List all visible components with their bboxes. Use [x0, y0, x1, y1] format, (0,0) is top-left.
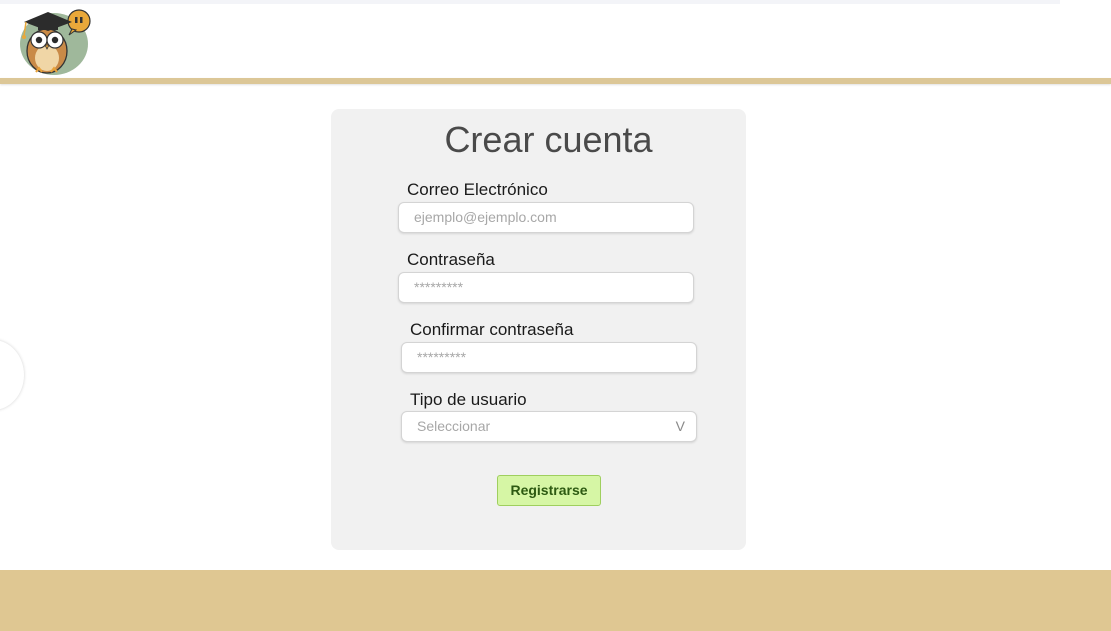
confirm-password-placeholder: ********* [417, 349, 467, 365]
page-title: Crear cuenta [444, 119, 653, 160]
register-button[interactable]: Registrarse [497, 475, 601, 506]
email-field[interactable]: ejemplo@ejemplo.com [398, 202, 694, 233]
email-placeholder: ejemplo@ejemplo.com [414, 209, 557, 225]
header-divider [0, 78, 1111, 84]
side-handle[interactable] [0, 340, 24, 410]
password-placeholder: ********* [414, 279, 464, 295]
email-label: Correo Electrónico [407, 180, 548, 199]
user-type-select[interactable]: Seleccionar V [401, 411, 697, 442]
confirm-password-field[interactable]: ********* [401, 342, 697, 373]
footer [0, 570, 1111, 631]
confirm-password-label: Confirmar contraseña [410, 320, 574, 339]
chevron-down-icon: V [675, 418, 685, 434]
header [0, 0, 1111, 78]
user-type-label: Tipo de usuario [410, 390, 527, 409]
password-label: Contraseña [407, 250, 495, 269]
user-type-selected: Seleccionar [417, 418, 491, 434]
password-field[interactable]: ********* [398, 272, 694, 303]
header-top-strip [0, 0, 1060, 4]
page: Crear cuenta Correo Electrónico ejemplo@… [0, 0, 1111, 631]
owl-logo-icon[interactable] [14, 4, 92, 76]
